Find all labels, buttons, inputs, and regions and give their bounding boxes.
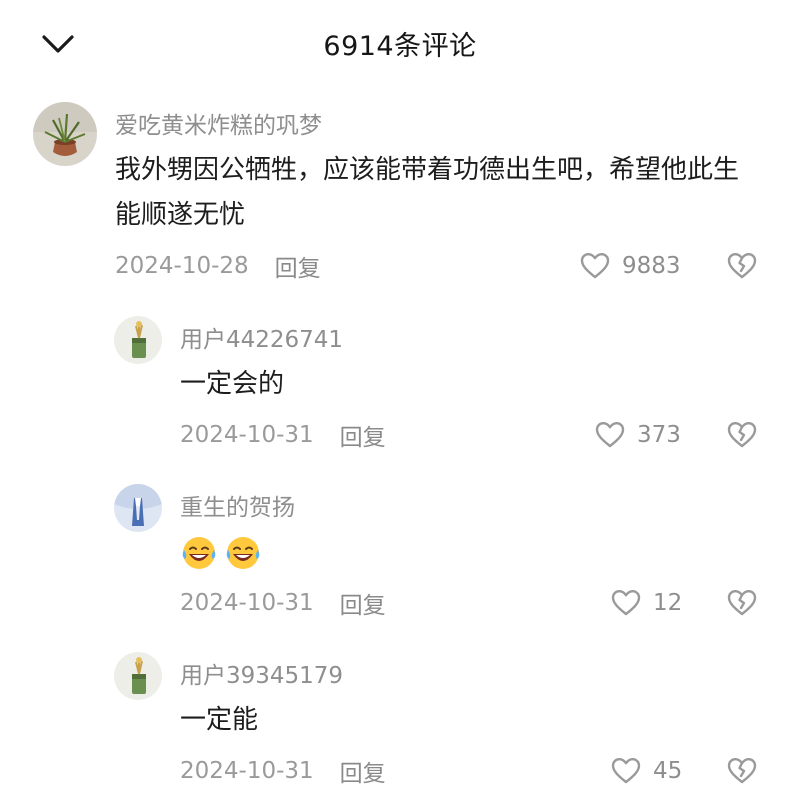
broken-heart-icon [727,422,757,448]
like-button[interactable]: 45 [611,754,682,788]
comment-text: 我外甥因公牺牲，应该能带着功德出生吧，希望他此生能顺遂无忧 [115,155,740,230]
comment-date: 2024-10-31 [180,590,314,616]
like-button[interactable]: 373 [595,418,681,452]
avatar[interactable] [114,484,162,532]
comment-date: 2024-10-28 [115,253,249,279]
laughing-tears-emoji [182,537,216,569]
broken-heart-icon [727,253,757,279]
comment-username[interactable]: 用户44226741 [180,320,343,354]
comment-username[interactable]: 重生的贺扬 [180,488,295,522]
avatar[interactable] [114,652,162,700]
comment-date: 2024-10-31 [180,422,314,448]
comment-meta: 2024-10-31 回复 [180,418,386,452]
like-button[interactable]: 12 [611,586,682,620]
dislike-button[interactable] [724,418,760,452]
reply-button[interactable]: 回复 [340,754,386,788]
laughing-tears-emoji [226,537,260,569]
like-count: 12 [653,590,683,616]
comment-meta: 2024-10-31 回复 [180,586,386,620]
avatar[interactable] [114,316,162,364]
dislike-button[interactable] [724,249,760,283]
comment-meta: 2024-10-28 回复 [115,249,321,283]
reply-button[interactable]: 回复 [340,418,386,452]
comments-page: 6914条评论 爱吃黄米炸糕的巩梦 我外甥因公牺牲，应该能带着功德出生吧，希望他… [0,0,800,808]
comment-emoji-content [180,534,262,572]
comment-username[interactable]: 爱吃黄米炸糕的巩梦 [115,106,322,140]
comment-text: 一定能 [180,705,259,735]
comment-date: 2024-10-31 [180,758,314,784]
like-count: 45 [653,758,683,784]
comment-meta: 2024-10-31 回复 [180,754,386,788]
comment-count-title: 6914条评论 [323,31,477,62]
like-count: 9883 [622,253,681,279]
dislike-button[interactable] [724,754,760,788]
broken-heart-icon [727,758,757,784]
comment-text: 一定会的 [180,369,285,399]
like-button[interactable]: 9883 [580,249,681,283]
like-count: 373 [637,422,681,448]
comments-header: 6914条评论 [0,0,800,88]
dislike-button[interactable] [724,586,760,620]
heart-outline-icon [611,758,641,784]
reply-button[interactable]: 回复 [340,586,386,620]
reply-button[interactable]: 回复 [275,249,321,283]
comment-username[interactable]: 用户39345179 [180,656,343,690]
heart-outline-icon [595,422,625,448]
broken-heart-icon [727,590,757,616]
heart-outline-icon [580,253,610,279]
heart-outline-icon [611,590,641,616]
avatar[interactable] [33,102,97,166]
